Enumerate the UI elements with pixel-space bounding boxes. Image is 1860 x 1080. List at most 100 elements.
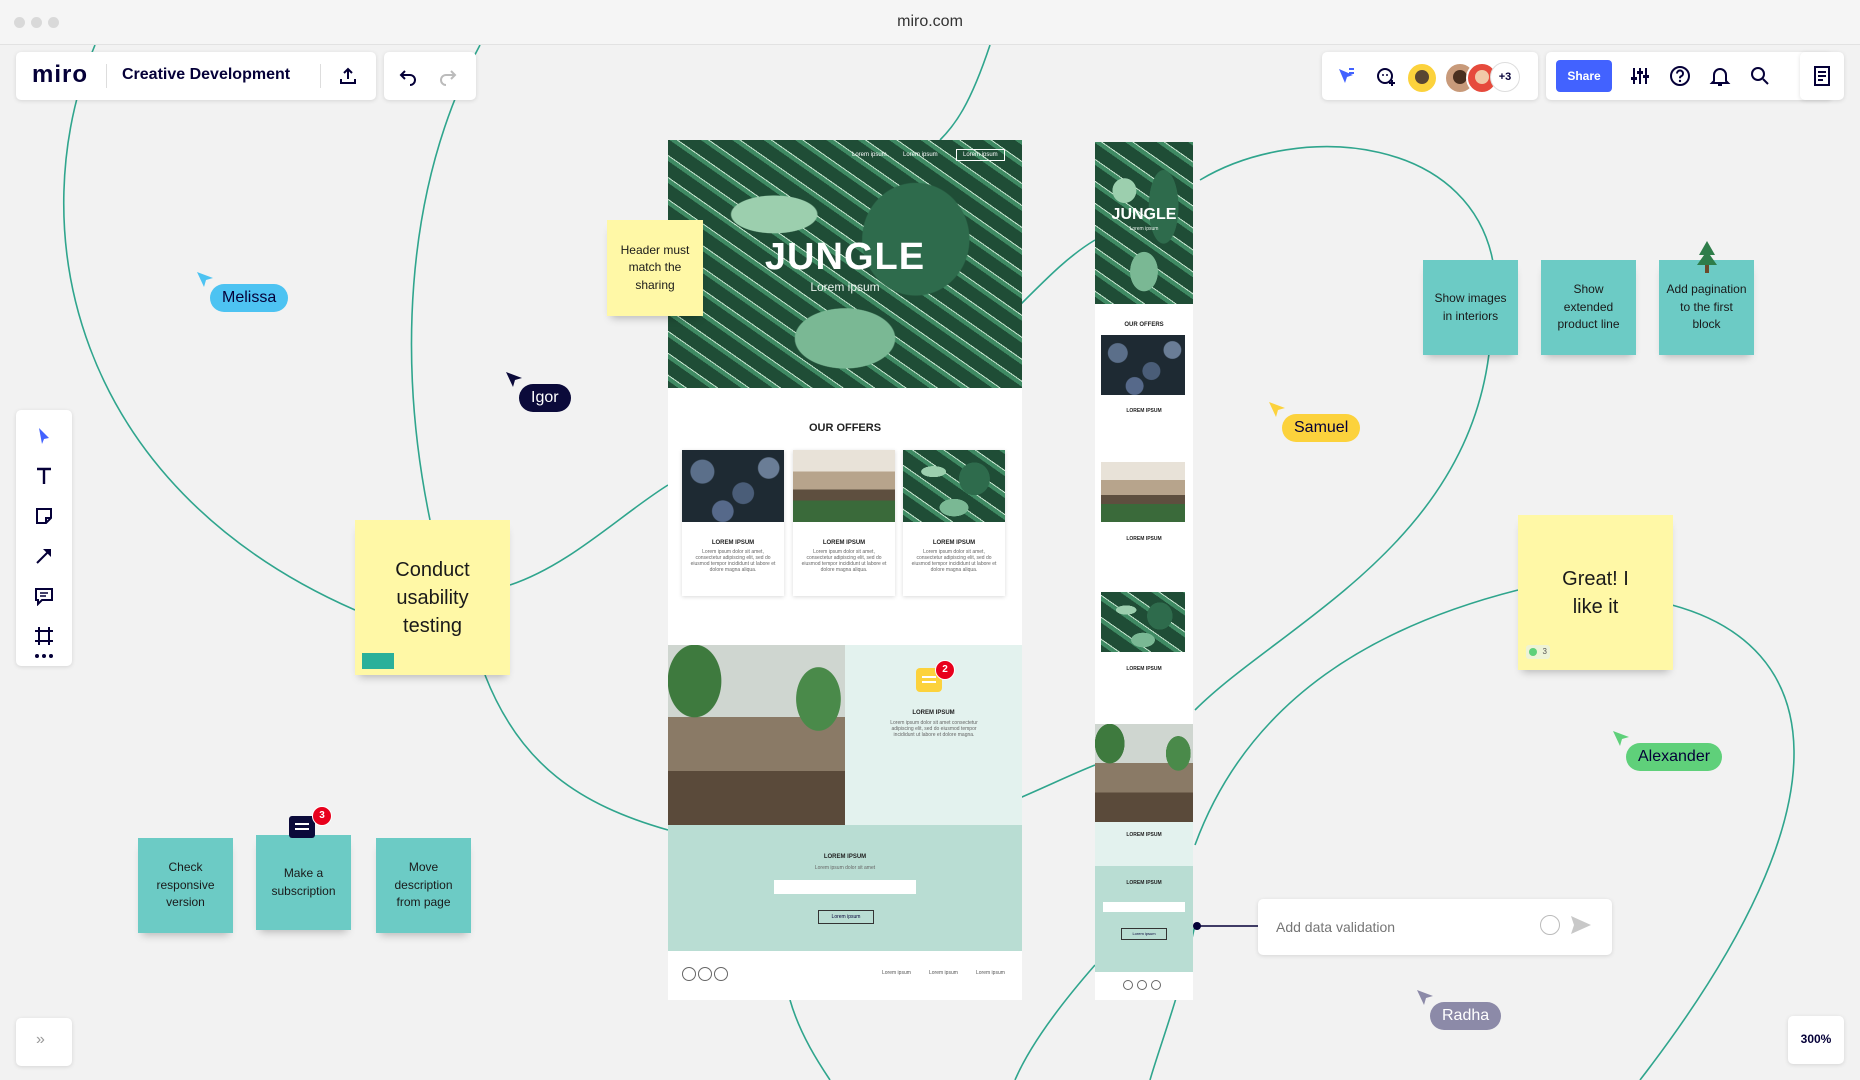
cursor-arrow-icon xyxy=(1613,731,1629,746)
mobile-feature-block xyxy=(1095,822,1193,866)
board-canvas[interactable]: miro Creative Development +3 Share » 300… xyxy=(0,45,1860,1080)
twitter-icon xyxy=(714,967,728,981)
mobile-feature-title: LOREM IPSUM xyxy=(1126,832,1162,838)
collaborator-cursor-alexander: Alexander xyxy=(1612,730,1723,771)
offer-image xyxy=(903,450,1005,522)
hero-subtitle: Lorem ipsum xyxy=(810,280,880,294)
mobile-signup-title: LOREM IPSUM xyxy=(1126,880,1162,886)
facebook-icon xyxy=(1123,980,1133,990)
offer-image xyxy=(682,450,784,522)
sticky-note-text: Header must match the sharing xyxy=(620,242,690,292)
mobile-card-title: LOREM IPSUM xyxy=(1126,666,1162,672)
hero-title: JUNGLE xyxy=(764,236,926,278)
connection-line-tool-icon[interactable] xyxy=(24,536,64,576)
mockup-nav-link: Lorem ipsum xyxy=(852,152,887,158)
feature-title: LOREM IPSUM xyxy=(912,710,955,716)
offer-card-text: Lorem ipsum dolor sit amet, consectetur … xyxy=(690,549,776,573)
cursor-arrow-icon xyxy=(197,272,213,287)
sticky-note-text: Make a subscription xyxy=(271,866,336,898)
offer-card: LOREM IPSUM Lorem ipsum dolor sit amet, … xyxy=(682,450,784,596)
sticky-note-move-description[interactable]: Move description from page xyxy=(376,838,471,933)
notes-icon[interactable] xyxy=(1802,56,1842,96)
sticky-note-text: Great! I like it xyxy=(1562,567,1629,618)
left-toolbar xyxy=(16,410,72,666)
cursor-name-label: Samuel xyxy=(1282,414,1361,442)
notes-panel xyxy=(1800,52,1844,100)
cursor-arrow-icon xyxy=(1269,402,1285,417)
double-chevron-right-icon: » xyxy=(36,1031,45,1048)
offer-card-text: Lorem ipsum dolor sit amet, consectetur … xyxy=(911,549,997,573)
sticky-note-show-images[interactable]: Show images in interiors xyxy=(1423,260,1518,355)
comment-input-box xyxy=(1258,899,1612,955)
comment-count-badge: 2 xyxy=(935,660,955,680)
zoom-level: 300% xyxy=(1800,1032,1832,1046)
select-tool-icon[interactable] xyxy=(24,416,64,456)
mobile-mockup-frame[interactable]: JUNGLE Lorem ipsum OUR OFFERS LOREM IPSU… xyxy=(1095,142,1193,1000)
comment-count-badge: 3 xyxy=(312,806,332,826)
mobile-offer-image xyxy=(1101,592,1185,652)
cursor-follow-icon[interactable] xyxy=(1326,56,1366,96)
feature-image xyxy=(668,645,845,825)
sticky-note-tool-icon[interactable] xyxy=(24,496,64,536)
cursor-name-label: Igor xyxy=(519,384,571,412)
tree-emoji-icon xyxy=(1695,241,1719,280)
expand-panel-button[interactable]: » xyxy=(16,1018,72,1066)
sticky-note-show-extended[interactable]: Show extended product line xyxy=(1541,260,1636,355)
help-icon[interactable] xyxy=(1660,56,1700,96)
search-icon[interactable] xyxy=(1740,56,1780,96)
add-reaction-icon[interactable] xyxy=(1366,56,1406,96)
emoji-icon[interactable] xyxy=(1540,915,1560,935)
mobile-signup-button: Lorem ipsum xyxy=(1121,928,1167,940)
mobile-offer-image xyxy=(1101,335,1185,395)
more-tools-icon[interactable] xyxy=(24,644,64,668)
cursor-arrow-icon xyxy=(1417,990,1433,1005)
share-panel: Share xyxy=(1546,52,1832,100)
feature-text: Lorem ipsum dolor sit amet consectetur a… xyxy=(890,720,978,738)
vote-count: 3 xyxy=(1542,647,1547,656)
export-icon[interactable] xyxy=(328,56,368,96)
comment-tool-icon[interactable] xyxy=(24,576,64,616)
sticky-note-header[interactable]: Header must match the sharing xyxy=(607,220,703,316)
comment-input[interactable] xyxy=(1274,913,1528,941)
cursor-name-label: Melissa xyxy=(210,284,289,312)
twitter-icon xyxy=(1151,980,1161,990)
signup-button: Lorem ipsum xyxy=(818,910,874,924)
text-tool-icon[interactable] xyxy=(24,456,64,496)
more-collaborators-badge[interactable]: +3 xyxy=(1490,62,1520,92)
collaborator-cursor-igor: Igor xyxy=(505,371,571,412)
mobile-offers-heading: OUR OFFERS xyxy=(1124,322,1164,328)
cursor-name-label: Alexander xyxy=(1626,743,1723,771)
sticky-note-make-subscription[interactable]: Make a subscription xyxy=(256,835,351,930)
tag-label[interactable] xyxy=(362,653,394,669)
mobile-hero-subtitle: Lorem ipsum xyxy=(1129,226,1159,232)
redo-icon[interactable] xyxy=(428,56,468,96)
send-icon[interactable] xyxy=(1570,915,1592,940)
history-panel xyxy=(384,52,476,100)
desktop-mockup-frame[interactable]: Lorem ipsum Lorem ipsum Lorem ipsum JUNG… xyxy=(668,140,1022,1000)
miro-logo[interactable]: miro xyxy=(32,61,88,89)
collaborator-cursor-samuel: Samuel xyxy=(1268,401,1361,442)
sticky-note-text: Show extended product line xyxy=(1557,282,1620,332)
avatar[interactable] xyxy=(1406,62,1438,94)
mobile-hero-title: JUNGLE xyxy=(1111,206,1177,223)
settings-sliders-icon[interactable] xyxy=(1620,56,1660,96)
sticky-note-check-responsive[interactable]: Check responsive version xyxy=(138,838,233,933)
offer-card-text: Lorem ipsum dolor sit amet, consectetur … xyxy=(801,549,887,573)
collaborator-cursor-melissa: Melissa xyxy=(196,271,289,312)
collaborator-cursor-radha: Radha xyxy=(1416,989,1502,1030)
footer-link: Lorem ipsum xyxy=(929,970,958,976)
address-bar[interactable]: miro.com xyxy=(0,13,1860,31)
sticky-note-usability[interactable]: Conduct usability testing xyxy=(355,520,510,675)
board-info-panel: miro Creative Development xyxy=(16,52,376,100)
footer-link: Lorem ipsum xyxy=(882,970,911,976)
browser-chrome: miro.com xyxy=(0,0,1860,45)
zoom-indicator[interactable]: 300% xyxy=(1788,1016,1844,1064)
mobile-feature-image xyxy=(1095,724,1193,822)
undo-icon[interactable] xyxy=(388,56,428,96)
share-button[interactable]: Share xyxy=(1556,60,1612,92)
notifications-bell-icon[interactable] xyxy=(1700,56,1740,96)
board-title[interactable]: Creative Development xyxy=(122,66,290,84)
cursor-arrow-icon xyxy=(506,372,522,387)
sticky-note-text: Show images in interiors xyxy=(1434,291,1507,323)
comment-icon[interactable] xyxy=(289,816,315,838)
